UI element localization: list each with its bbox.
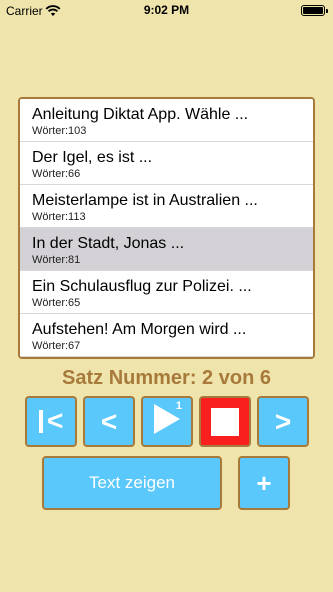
list-item-title: Der Igel, es ist ...	[32, 149, 153, 166]
add-button[interactable]: +	[238, 456, 290, 510]
next-sentence-button[interactable]: >	[257, 396, 309, 447]
list-item-selected[interactable]: In der Stadt, Jonas ... Wörter:81	[20, 228, 313, 271]
list-item-word-count: Wörter:66	[32, 168, 81, 180]
first-bar-icon	[39, 410, 43, 433]
battery-icon	[301, 5, 328, 16]
list-item-title: Meisterlampe ist in Australien ...	[32, 192, 258, 209]
clock-time: 9:02 PM	[143, 3, 190, 17]
show-text-button[interactable]: Text zeigen	[42, 456, 222, 510]
list-item[interactable]: Ein Schulausflug zur Polizei. ... Wörter…	[20, 271, 313, 314]
list-item[interactable]: Meisterlampe ist in Australien ... Wörte…	[20, 185, 313, 228]
first-arrow-icon: <	[47, 405, 64, 436]
previous-arrow-icon: <	[100, 405, 118, 437]
list-item[interactable]: Anleitung Diktat App. Wähle ... Wörter:1…	[20, 99, 313, 142]
play-button[interactable]: 1	[141, 396, 193, 447]
list-item-title: Anleitung Diktat App. Wähle ...	[32, 106, 249, 123]
list-item-title: Aufstehen! Am Morgen wird ...	[32, 321, 247, 338]
list-item-word-count: Wörter:103	[32, 125, 87, 137]
list-item-word-count: Wörter:67	[32, 340, 81, 352]
stop-icon	[211, 407, 239, 436]
list-item-word-count: Wörter:81	[32, 254, 81, 266]
status-bar: Carrier 9:02 PM	[0, 0, 333, 22]
text-list[interactable]: Anleitung Diktat App. Wähle ... Wörter:1…	[18, 97, 315, 359]
stop-button[interactable]	[199, 396, 251, 447]
previous-sentence-button[interactable]: <	[83, 396, 135, 447]
list-item-title: In der Stadt, Jonas ...	[32, 235, 185, 252]
list-item-title: Ein Schulausflug zur Polizei. ...	[32, 278, 252, 295]
play-count-badge: 1	[175, 400, 182, 412]
sentence-number-label: Satz Nummer: 2 von 6	[62, 367, 271, 389]
list-item[interactable]: Der Igel, es ist ... Wörter:66	[20, 142, 313, 185]
list-item[interactable]: Aufstehen! Am Morgen wird ... Wörter:67	[20, 314, 313, 357]
list-item-word-count: Wörter:113	[32, 211, 86, 223]
next-arrow-icon: >	[274, 405, 292, 437]
first-sentence-button[interactable]: <	[25, 396, 77, 447]
list-item-word-count: Wörter:65	[32, 297, 81, 309]
